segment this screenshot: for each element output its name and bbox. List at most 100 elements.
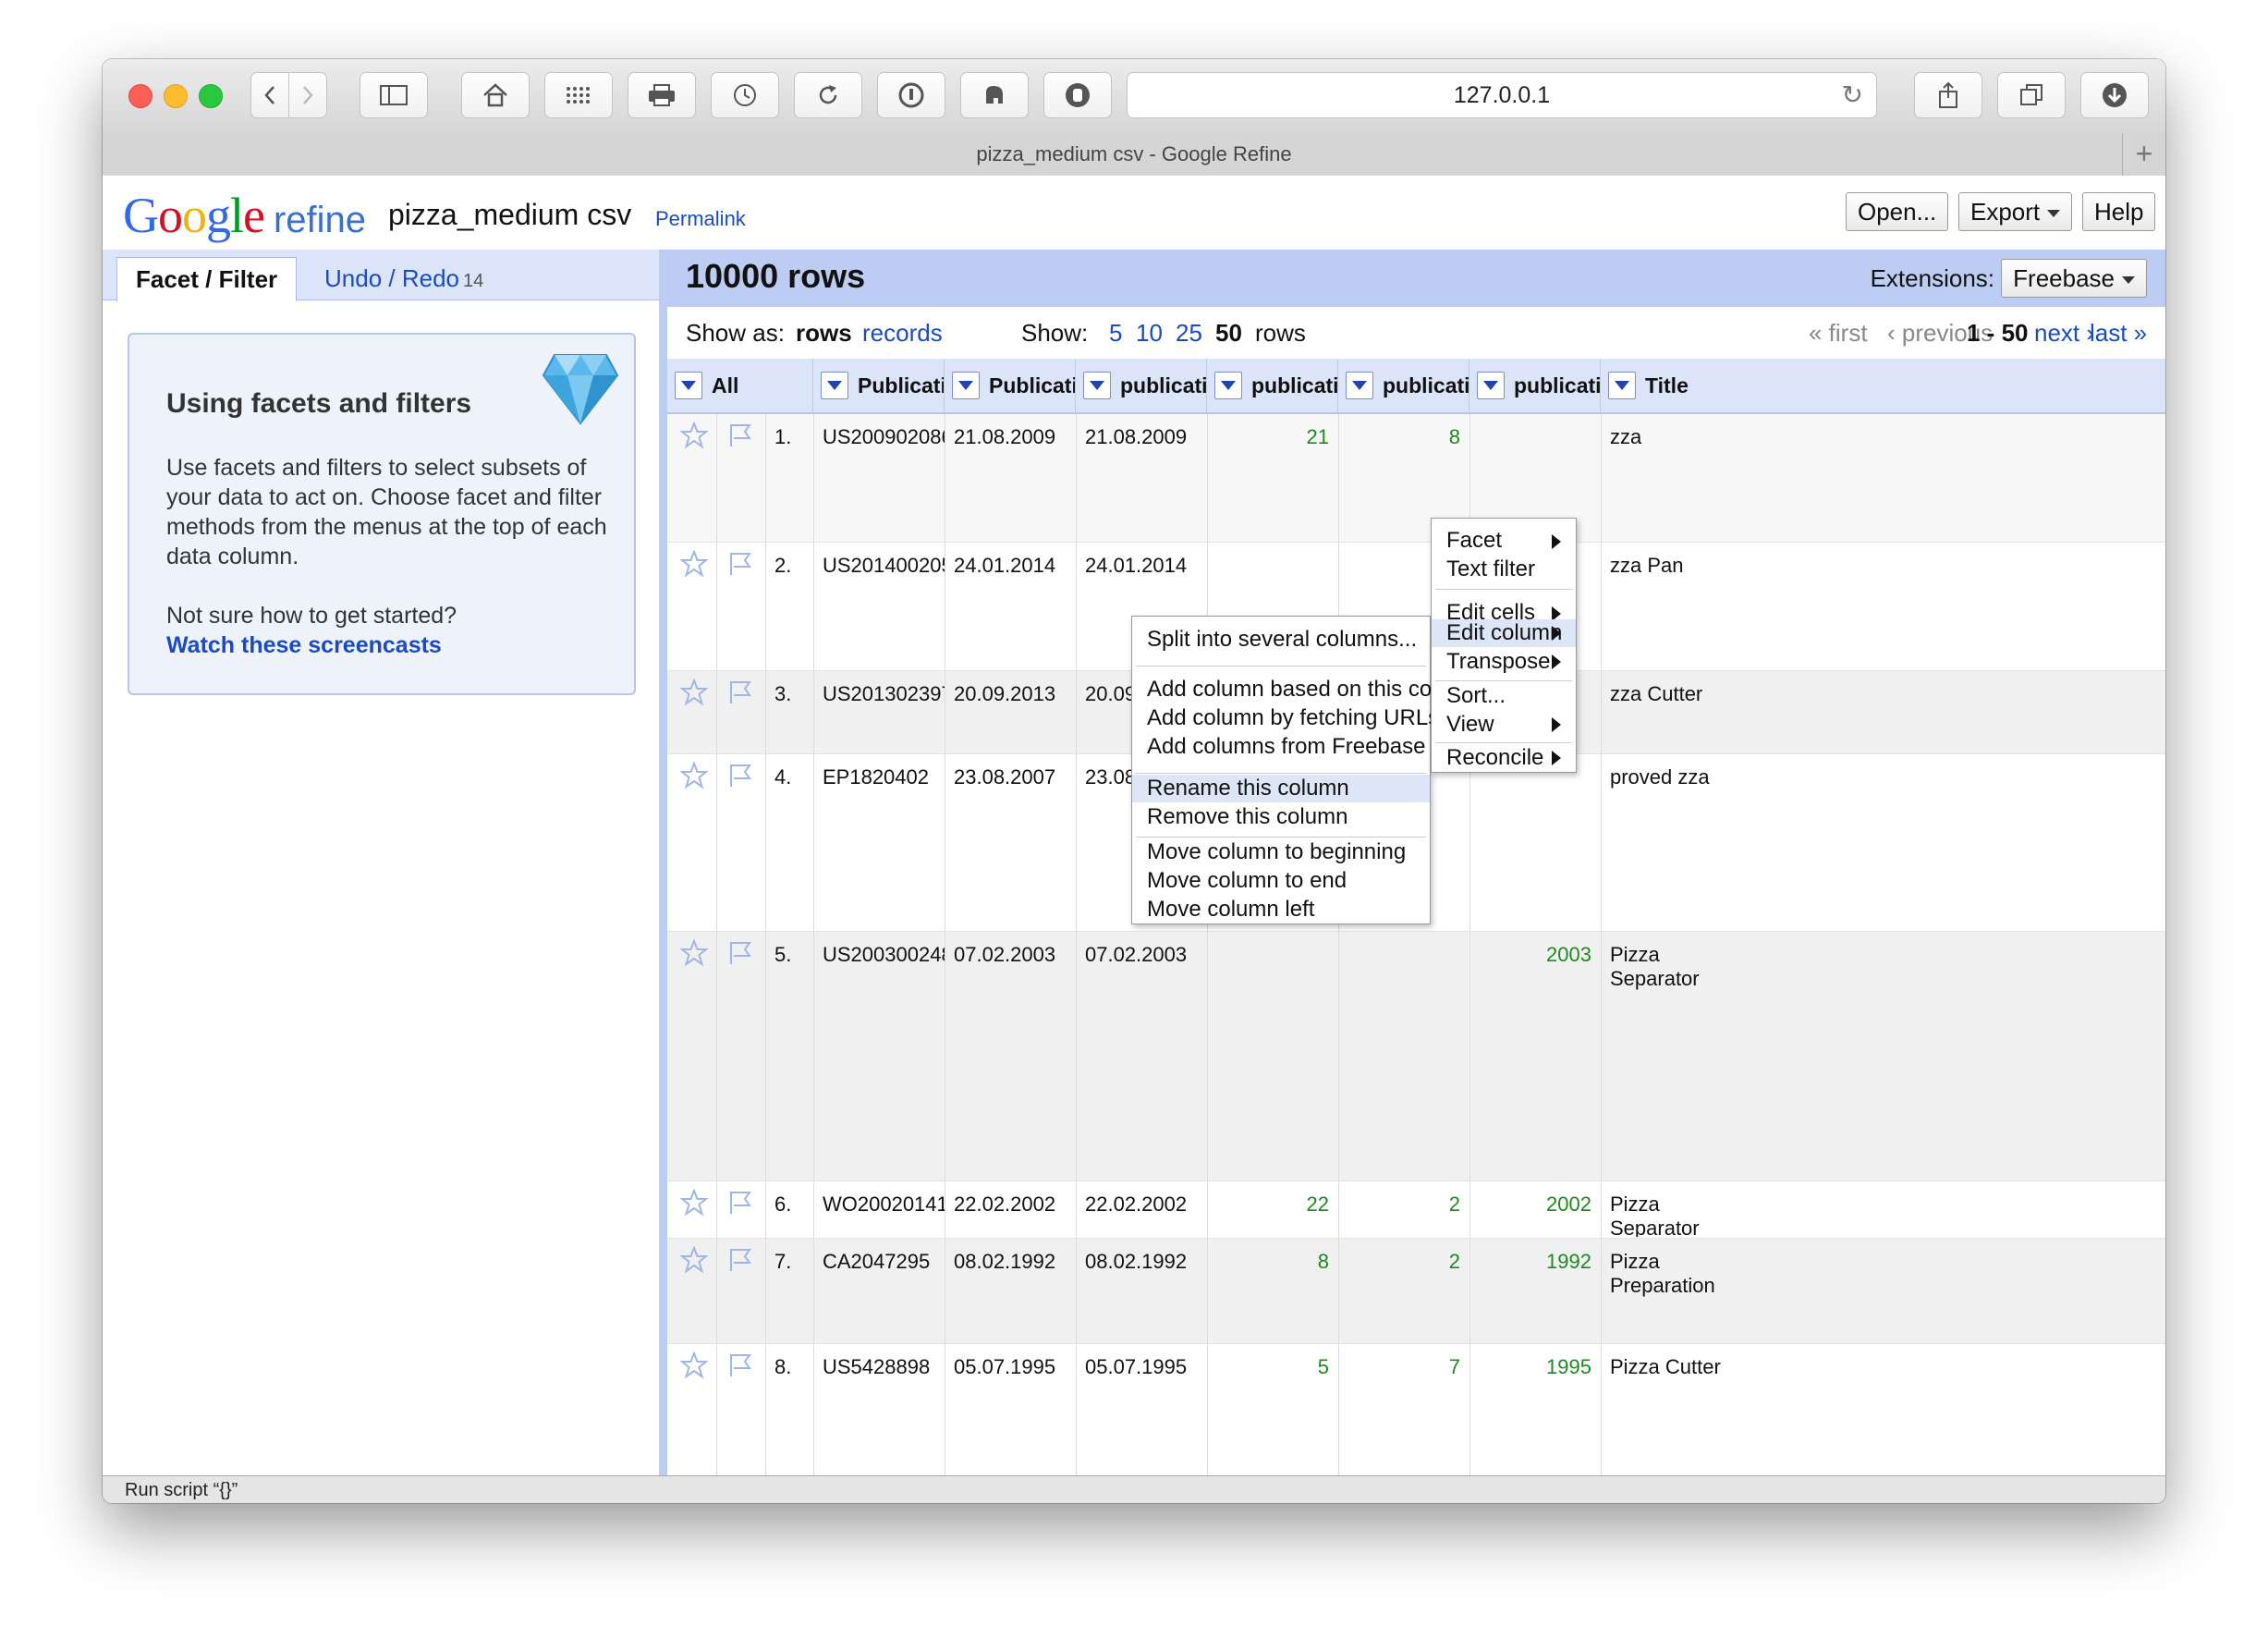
column-menu-dropdown-icon[interactable]	[1608, 372, 1636, 399]
show-as-records-link[interactable]: records	[862, 307, 943, 359]
star-icon[interactable]	[679, 761, 709, 794]
column-header-label: Title	[1645, 373, 1689, 397]
column-header-row: All Publication Num Publication Date pub…	[667, 359, 2165, 414]
extension-3-button[interactable]	[1043, 72, 1112, 118]
hand-stop-icon	[1066, 83, 1090, 107]
column-header-publication-date[interactable]: Publication Date	[945, 359, 1076, 412]
column-menu-dropdown-icon[interactable]	[1214, 372, 1242, 399]
pager-next[interactable]: next ›	[2034, 307, 2094, 359]
project-name[interactable]: pizza_medium csv	[388, 198, 631, 232]
star-icon[interactable]	[679, 678, 709, 711]
tab-undo-redo[interactable]: Undo / Redo 14	[306, 257, 502, 300]
sidebar-toggle-button[interactable]	[360, 72, 428, 118]
address-bar[interactable]: 127.0.0.1 ↻	[1127, 72, 1877, 118]
show-label: Show:	[1021, 319, 1089, 347]
cell-publication-date: 08.02.1992	[954, 1250, 1056, 1273]
help-button[interactable]: Help	[2082, 192, 2156, 231]
menu-item-edit-column[interactable]: Edit column	[1432, 619, 1576, 647]
page-size-25[interactable]: 25	[1176, 307, 1202, 359]
menu-item-text-filter[interactable]: Text filter	[1432, 547, 1576, 592]
star-icon[interactable]	[679, 1351, 709, 1384]
star-icon[interactable]	[679, 421, 709, 454]
flag-icon[interactable]	[726, 762, 754, 794]
star-icon[interactable]	[679, 549, 709, 582]
pager-first[interactable]: « first	[1809, 307, 1868, 359]
menu-item-move-end[interactable]: Move column to end	[1132, 867, 1430, 895]
menu-item-reconcile[interactable]: Reconcile	[1432, 744, 1576, 772]
extension-2-button[interactable]	[960, 72, 1029, 118]
menu-separator	[1435, 742, 1572, 743]
star-icon[interactable]	[679, 1188, 709, 1221]
reload-toolbar-button[interactable]	[794, 72, 862, 118]
column-menu-dropdown-icon[interactable]	[1083, 372, 1111, 399]
top-sites-button[interactable]	[544, 72, 613, 118]
flag-icon[interactable]	[726, 1189, 754, 1221]
column-header-title[interactable]: Title	[1601, 359, 1730, 412]
back-button[interactable]	[250, 72, 289, 118]
cell-publication-date: 24.01.2014	[954, 554, 1056, 577]
cell-publication-number: CA2047295	[823, 1250, 931, 1273]
home-button[interactable]	[461, 72, 530, 118]
menu-item-move-beginning[interactable]: Move column to beginning	[1132, 838, 1430, 866]
column-menu-dropdown-icon[interactable]	[1477, 372, 1505, 399]
address-reload-icon[interactable]: ↻	[1842, 73, 1863, 117]
new-tab-button[interactable]: +	[2122, 133, 2165, 176]
download-icon	[2103, 83, 2127, 107]
flag-icon[interactable]	[726, 679, 754, 711]
pager-last[interactable]: last »	[2090, 307, 2147, 359]
menu-item-split-columns[interactable]: Split into several columns...	[1132, 618, 1430, 662]
menu-item-add-columns-freebase[interactable]: Add columns from Freebase ...	[1132, 725, 1450, 769]
downloads-button[interactable]	[2080, 72, 2149, 118]
column-header-publication-number[interactable]: Publication Num	[813, 359, 945, 412]
column-divider	[765, 414, 766, 1477]
minimize-window-button[interactable]	[164, 84, 188, 108]
share-button[interactable]	[1914, 72, 1982, 118]
page-size-50[interactable]: 50	[1215, 307, 1242, 359]
cell-day: 21	[1306, 425, 1329, 448]
flag-icon[interactable]	[726, 1351, 754, 1384]
open-button[interactable]: Open...	[1846, 192, 1949, 231]
cell-year: 2002	[1546, 1192, 1591, 1216]
flag-icon[interactable]	[726, 1246, 754, 1278]
column-menu-dropdown-icon[interactable]	[1346, 372, 1373, 399]
menu-item-rename-column[interactable]: Rename this column	[1132, 775, 1430, 802]
freebase-extension-button[interactable]: Freebase	[2001, 259, 2147, 298]
watch-screencasts-link[interactable]: Watch these screencasts	[166, 630, 610, 660]
menu-item-transpose[interactable]: Transpose	[1432, 648, 1576, 676]
tab-facet-filter[interactable]: Facet / Filter	[116, 257, 298, 301]
extensions-label: Extensions:	[1870, 264, 1994, 292]
browser-tab[interactable]: pizza_medium csv - Google Refine +	[103, 133, 2165, 177]
export-button[interactable]: Export	[1958, 192, 2073, 231]
zoom-window-button[interactable]	[199, 84, 223, 108]
flag-icon[interactable]	[726, 550, 754, 582]
google-refine-logo[interactable]: Google refine	[123, 187, 366, 244]
column-header-publication-date-2[interactable]: publication_date	[1076, 359, 1207, 412]
column-header-publication-date-3[interactable]: publication_date	[1207, 359, 1338, 412]
column-header-publication-date-5[interactable]: publication_date	[1469, 359, 1601, 412]
menu-item-view[interactable]: View	[1432, 711, 1576, 739]
history-button[interactable]	[711, 72, 779, 118]
menu-item-sort[interactable]: Sort...	[1432, 682, 1576, 710]
menu-item-remove-column[interactable]: Remove this column	[1132, 803, 1430, 831]
page-size-10[interactable]: 10	[1136, 307, 1163, 359]
column-menu-dropdown-icon[interactable]	[952, 372, 980, 399]
column-header-label: publication_date	[1514, 373, 1601, 397]
show-as-rows[interactable]: rows	[796, 307, 852, 359]
menu-item-move-left[interactable]: Move column left	[1132, 896, 1430, 923]
extension-1-button[interactable]	[877, 72, 945, 118]
print-button[interactable]	[628, 72, 696, 118]
flag-icon[interactable]	[726, 939, 754, 972]
page-size-5[interactable]: 5	[1109, 307, 1122, 359]
permalink-link[interactable]: Permalink	[655, 207, 746, 231]
column-header-all[interactable]: All	[667, 359, 813, 412]
star-icon[interactable]	[679, 938, 709, 972]
forward-button[interactable]	[288, 72, 327, 118]
column-header-publication-date-4[interactable]: publication_date	[1338, 359, 1469, 412]
star-icon[interactable]	[679, 1245, 709, 1278]
tabs-overview-button[interactable]	[1997, 72, 2066, 118]
close-window-button[interactable]	[128, 84, 152, 108]
flag-icon[interactable]	[726, 422, 754, 454]
rows-word: rows	[1255, 319, 1306, 347]
column-menu-dropdown-icon[interactable]	[675, 372, 702, 399]
column-menu-dropdown-icon[interactable]	[821, 372, 848, 399]
